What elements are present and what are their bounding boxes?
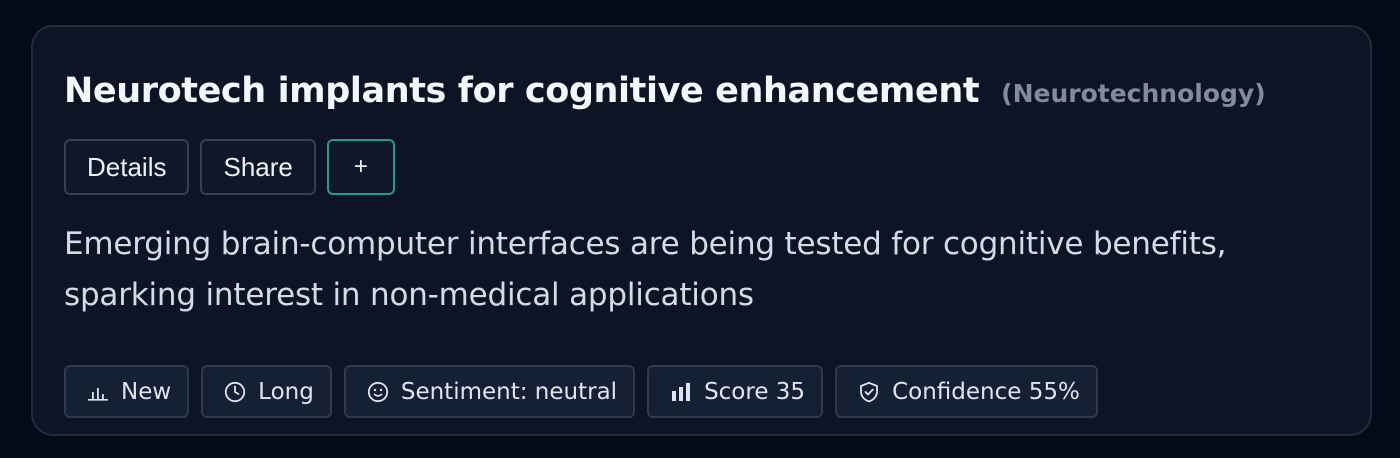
bar-chart-low-icon xyxy=(86,380,110,404)
details-button[interactable]: Details xyxy=(64,139,190,195)
chip-label: Confidence 55% xyxy=(892,378,1080,405)
trend-card: Neurotech implants for cognitive enhance… xyxy=(31,25,1372,436)
chip-new: New xyxy=(64,365,190,418)
title-row: Neurotech implants for cognitive enhance… xyxy=(64,71,1266,111)
card-title: Neurotech implants for cognitive enhance… xyxy=(64,71,980,111)
metric-chips: New Long Sentiment: neutral Score 35 Con… xyxy=(64,365,1098,418)
share-button[interactable]: Share xyxy=(200,139,316,195)
action-bar: Details Share + xyxy=(64,139,395,195)
bar-chart-icon xyxy=(669,380,693,404)
chip-label: Long xyxy=(258,378,314,405)
smiley-face-icon xyxy=(366,380,390,404)
chip-label: New xyxy=(121,378,172,405)
chip-score: Score 35 xyxy=(647,365,824,418)
chip-label: Sentiment: neutral xyxy=(400,378,618,405)
chip-confidence: Confidence 55% xyxy=(835,365,1098,418)
chip-label: Score 35 xyxy=(704,378,806,405)
card-description: Emerging brain-computer interfaces are b… xyxy=(64,226,1227,313)
chip-sentiment: Sentiment: neutral xyxy=(343,365,636,418)
add-button[interactable]: + xyxy=(326,139,395,195)
chip-duration: Long xyxy=(201,365,332,418)
category-label: (Neurotechnology) xyxy=(1001,79,1266,108)
shield-check-icon xyxy=(857,380,881,404)
clock-icon xyxy=(223,380,247,404)
